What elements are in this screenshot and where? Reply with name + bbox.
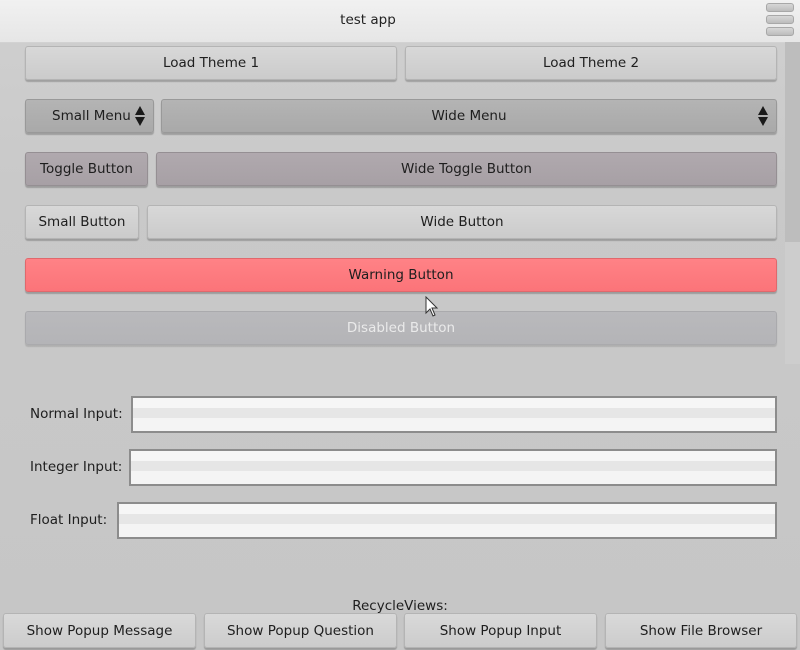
float-input-label: Float Input: — [30, 512, 108, 528]
warning-button[interactable]: Warning Button — [25, 258, 777, 292]
show-file-browser-label: Show File Browser — [639, 622, 763, 639]
show-popup-input-label: Show Popup Input — [439, 622, 562, 639]
warning-button-label: Warning Button — [348, 267, 454, 283]
show-popup-message-button[interactable]: Show Popup Message — [3, 613, 196, 648]
window-title: test app — [340, 12, 396, 28]
load-theme-2-label: Load Theme 2 — [542, 55, 640, 71]
wide-menu-dropdown[interactable]: Wide Menu — [161, 99, 777, 133]
disabled-button: Disabled Button — [25, 311, 777, 345]
disabled-button-label: Disabled Button — [346, 320, 456, 336]
show-popup-question-button[interactable]: Show Popup Question — [204, 613, 397, 648]
toggle-button-label: Toggle Button — [40, 161, 133, 177]
small-menu-label: Small Menu — [52, 108, 131, 124]
float-input[interactable] — [117, 502, 777, 539]
menu-bar-2 — [766, 15, 794, 24]
small-button[interactable]: Small Button — [25, 205, 139, 239]
toggle-button[interactable]: Toggle Button — [25, 152, 148, 186]
wide-button-label: Wide Button — [420, 214, 504, 230]
wide-toggle-button-label: Wide Toggle Button — [401, 161, 532, 177]
normal-input-label: Normal Input: — [30, 406, 123, 422]
small-button-label: Small Button — [38, 214, 126, 230]
show-file-browser-button[interactable]: Show File Browser — [605, 613, 797, 648]
hamburger-menu-icon[interactable] — [766, 3, 794, 39]
mouse-pointer-icon — [425, 296, 439, 317]
up-down-arrows-icon — [135, 106, 145, 126]
load-theme-1-label: Load Theme 1 — [162, 55, 260, 71]
load-theme-1-button[interactable]: Load Theme 1 — [25, 46, 397, 80]
menu-bar-1 — [766, 3, 794, 12]
show-popup-question-label: Show Popup Question — [226, 622, 374, 639]
show-popup-input-button[interactable]: Show Popup Input — [404, 613, 597, 648]
load-theme-2-button[interactable]: Load Theme 2 — [405, 46, 777, 80]
wide-menu-label: Wide Menu — [431, 108, 507, 124]
app-window: test app Load Theme 1 Load Theme 2 Small… — [0, 0, 800, 650]
small-menu-dropdown[interactable]: Small Menu — [25, 99, 154, 133]
normal-input[interactable] — [131, 396, 777, 433]
title-bar: test app — [0, 0, 800, 43]
wide-toggle-button[interactable]: Wide Toggle Button — [156, 152, 777, 186]
recycle-views-label: RecycleViews: — [352, 598, 448, 614]
scrollbar-thumb[interactable] — [785, 242, 800, 364]
menu-bar-3 — [766, 27, 794, 36]
integer-input-label: Integer Input: — [30, 459, 123, 475]
show-popup-message-label: Show Popup Message — [26, 622, 173, 639]
integer-input[interactable] — [129, 449, 777, 486]
wide-button[interactable]: Wide Button — [147, 205, 777, 239]
up-down-arrows-icon — [758, 106, 768, 126]
